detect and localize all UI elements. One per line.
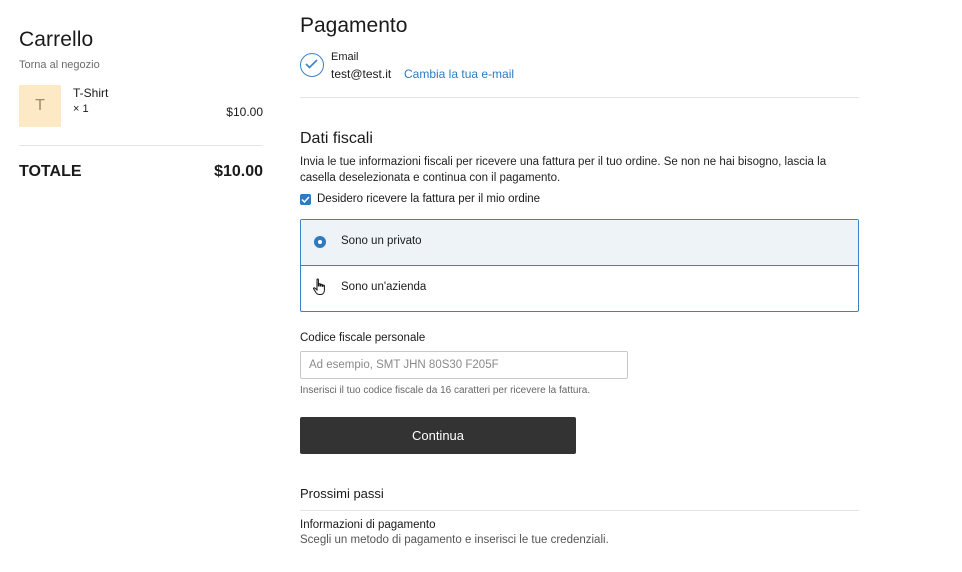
email-label: Email <box>331 51 359 63</box>
fiscal-description: Invia le tue informazioni fiscali per ri… <box>300 156 827 184</box>
cart-item: T T-Shirt × 1 $10.00 <box>19 85 263 129</box>
page-title: Pagamento <box>300 14 408 37</box>
cart-total-row: TOTALE $10.00 <box>19 163 263 181</box>
option-company[interactable]: Sono un'azienda <box>301 266 858 311</box>
total-value: $10.00 <box>214 163 263 180</box>
next-step-description: Scegli un metodo di pagamento e inserisc… <box>300 534 609 546</box>
change-email-link[interactable]: Cambia la tua e-mail <box>404 67 514 81</box>
next-step-title: Informazioni di pagamento <box>300 519 436 531</box>
email-value: test@test.it <box>331 67 392 81</box>
fiscal-section-title: Dati fiscali <box>300 130 373 147</box>
product-price: $10.00 <box>226 105 263 119</box>
option-company-label: Sono un'azienda <box>341 281 427 293</box>
next-steps-divider <box>300 510 859 511</box>
option-private[interactable]: Sono un privato <box>301 220 858 266</box>
option-private-label: Sono un privato <box>341 235 422 247</box>
invoice-checkbox-label: Desidero ricevere la fattura per il mio … <box>317 193 541 205</box>
tax-code-input[interactable] <box>300 351 628 379</box>
checkbox-check-icon <box>301 195 310 203</box>
total-label: TOTALE <box>19 163 82 180</box>
product-quantity: × 1 <box>73 103 89 115</box>
tax-code-label: Codice fiscale personale <box>300 332 426 344</box>
hand-cursor-icon <box>313 278 325 295</box>
customer-type-options: Sono un privato Sono un'azienda <box>300 219 859 312</box>
cart-panel: Carrello Torna al negozio T T-Shirt × 1 … <box>19 28 263 181</box>
invoice-checkbox-row[interactable]: Desidero ricevere la fattura per il mio … <box>300 193 859 205</box>
back-to-shop-link[interactable]: Torna al negozio <box>19 59 263 71</box>
tax-code-help: Inserisci il tuo codice fiscale da 16 ca… <box>300 385 591 396</box>
checkmark-icon <box>305 59 318 69</box>
cart-divider <box>19 145 263 146</box>
cart-title: Carrello <box>19 28 94 51</box>
email-summary: Email test@test.it Cambia la tua e-mail <box>300 51 859 87</box>
invoice-checkbox[interactable] <box>300 193 311 205</box>
radio-selected-icon[interactable] <box>314 236 326 248</box>
payment-panel: Pagamento Email test@test.it Cambia la t… <box>300 14 859 546</box>
section-divider <box>300 97 859 98</box>
product-name: T-Shirt <box>73 86 109 100</box>
check-circle-icon <box>300 53 324 77</box>
next-steps-title: Prossimi passi <box>300 486 384 501</box>
product-thumbnail: T <box>19 85 61 127</box>
continue-button[interactable]: Continua <box>300 417 576 454</box>
